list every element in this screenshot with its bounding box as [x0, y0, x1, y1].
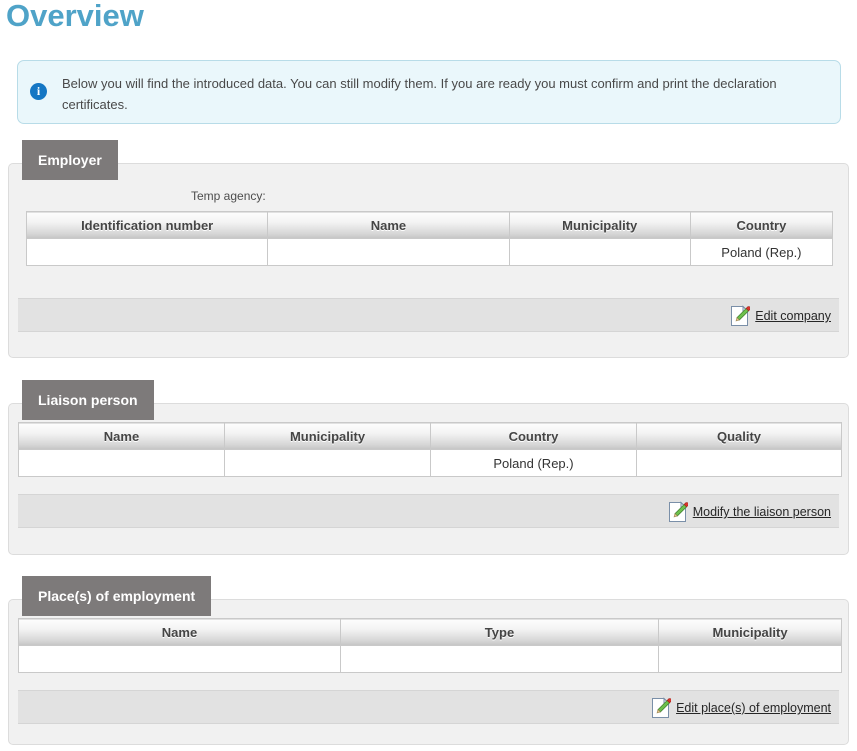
- column-header-municipality: Municipality: [224, 422, 431, 450]
- info-banner-text: Below you will find the introduced data.…: [62, 76, 777, 112]
- edit-pencil-icon: [731, 305, 751, 326]
- section-liaison-person: Liaison person Name Municipality Country…: [8, 380, 849, 555]
- column-header-quality: Quality: [636, 422, 842, 450]
- table-row: Poland (Rep.): [18, 449, 842, 477]
- places-of-employment-table: Name Type Municipality: [18, 618, 842, 673]
- cell-municipality: [224, 449, 431, 477]
- section-places-of-employment: Place(s) of employment Name Type Municip…: [8, 576, 849, 745]
- cell-name: [18, 645, 341, 673]
- edit-pencil-icon: [668, 501, 688, 522]
- places-table-header-row: Name Type Municipality: [18, 618, 842, 646]
- places-action-bar: Edit place(s) of employment: [18, 690, 839, 724]
- liaison-person-table: Name Municipality Country Quality Poland…: [18, 422, 842, 477]
- edit-company-label: Edit company: [755, 309, 831, 323]
- column-header-country: Country: [430, 422, 637, 450]
- column-header-municipality: Municipality: [658, 618, 842, 646]
- section-employer: Employer Temp agency: Identification num…: [8, 140, 849, 358]
- column-header-identification-number: Identification number: [25, 211, 269, 239]
- info-circle-icon: i: [30, 83, 47, 100]
- cell-municipality: [508, 238, 691, 266]
- cell-municipality: [658, 645, 842, 673]
- column-header-municipality: Municipality: [508, 211, 691, 239]
- cell-identification-number: [25, 238, 269, 266]
- employer-action-bar: Edit company: [18, 298, 839, 332]
- liaison-action-bar: Modify the liaison person: [18, 494, 839, 528]
- cell-country: Poland (Rep.): [430, 449, 637, 477]
- employer-table-header-row: Identification number Name Municipality …: [25, 211, 834, 239]
- edit-pencil-icon: [652, 697, 672, 718]
- cell-quality: [636, 449, 842, 477]
- section-liaison-person-legend: Liaison person: [22, 380, 154, 420]
- temp-agency-label: Temp agency:: [191, 189, 266, 203]
- cell-name: [18, 449, 225, 477]
- edit-company-button[interactable]: Edit company: [730, 303, 831, 329]
- page-title: Overview: [6, 0, 144, 33]
- edit-places-of-employment-label: Edit place(s) of employment: [676, 701, 831, 715]
- column-header-name: Name: [18, 618, 341, 646]
- column-header-country: Country: [689, 211, 834, 239]
- liaison-table-header-row: Name Municipality Country Quality: [18, 422, 842, 450]
- modify-liaison-person-button[interactable]: Modify the liaison person: [668, 499, 831, 525]
- column-header-name: Name: [18, 422, 225, 450]
- table-row: [18, 645, 842, 673]
- edit-places-of-employment-button[interactable]: Edit place(s) of employment: [651, 695, 831, 721]
- section-places-of-employment-legend: Place(s) of employment: [22, 576, 212, 616]
- cell-name: [267, 238, 510, 266]
- employer-table: Identification number Name Municipality …: [25, 211, 834, 266]
- cell-type: [340, 645, 659, 673]
- table-row: Poland (Rep.): [25, 238, 834, 266]
- section-employer-legend: Employer: [22, 140, 118, 180]
- column-header-name: Name: [267, 211, 510, 239]
- modify-liaison-person-label: Modify the liaison person: [692, 505, 831, 519]
- overview-page: Overview i Below you will find the intro…: [0, 0, 857, 751]
- info-banner: i Below you will find the introduced dat…: [17, 60, 841, 124]
- column-header-type: Type: [340, 618, 659, 646]
- cell-country: Poland (Rep.): [689, 238, 834, 266]
